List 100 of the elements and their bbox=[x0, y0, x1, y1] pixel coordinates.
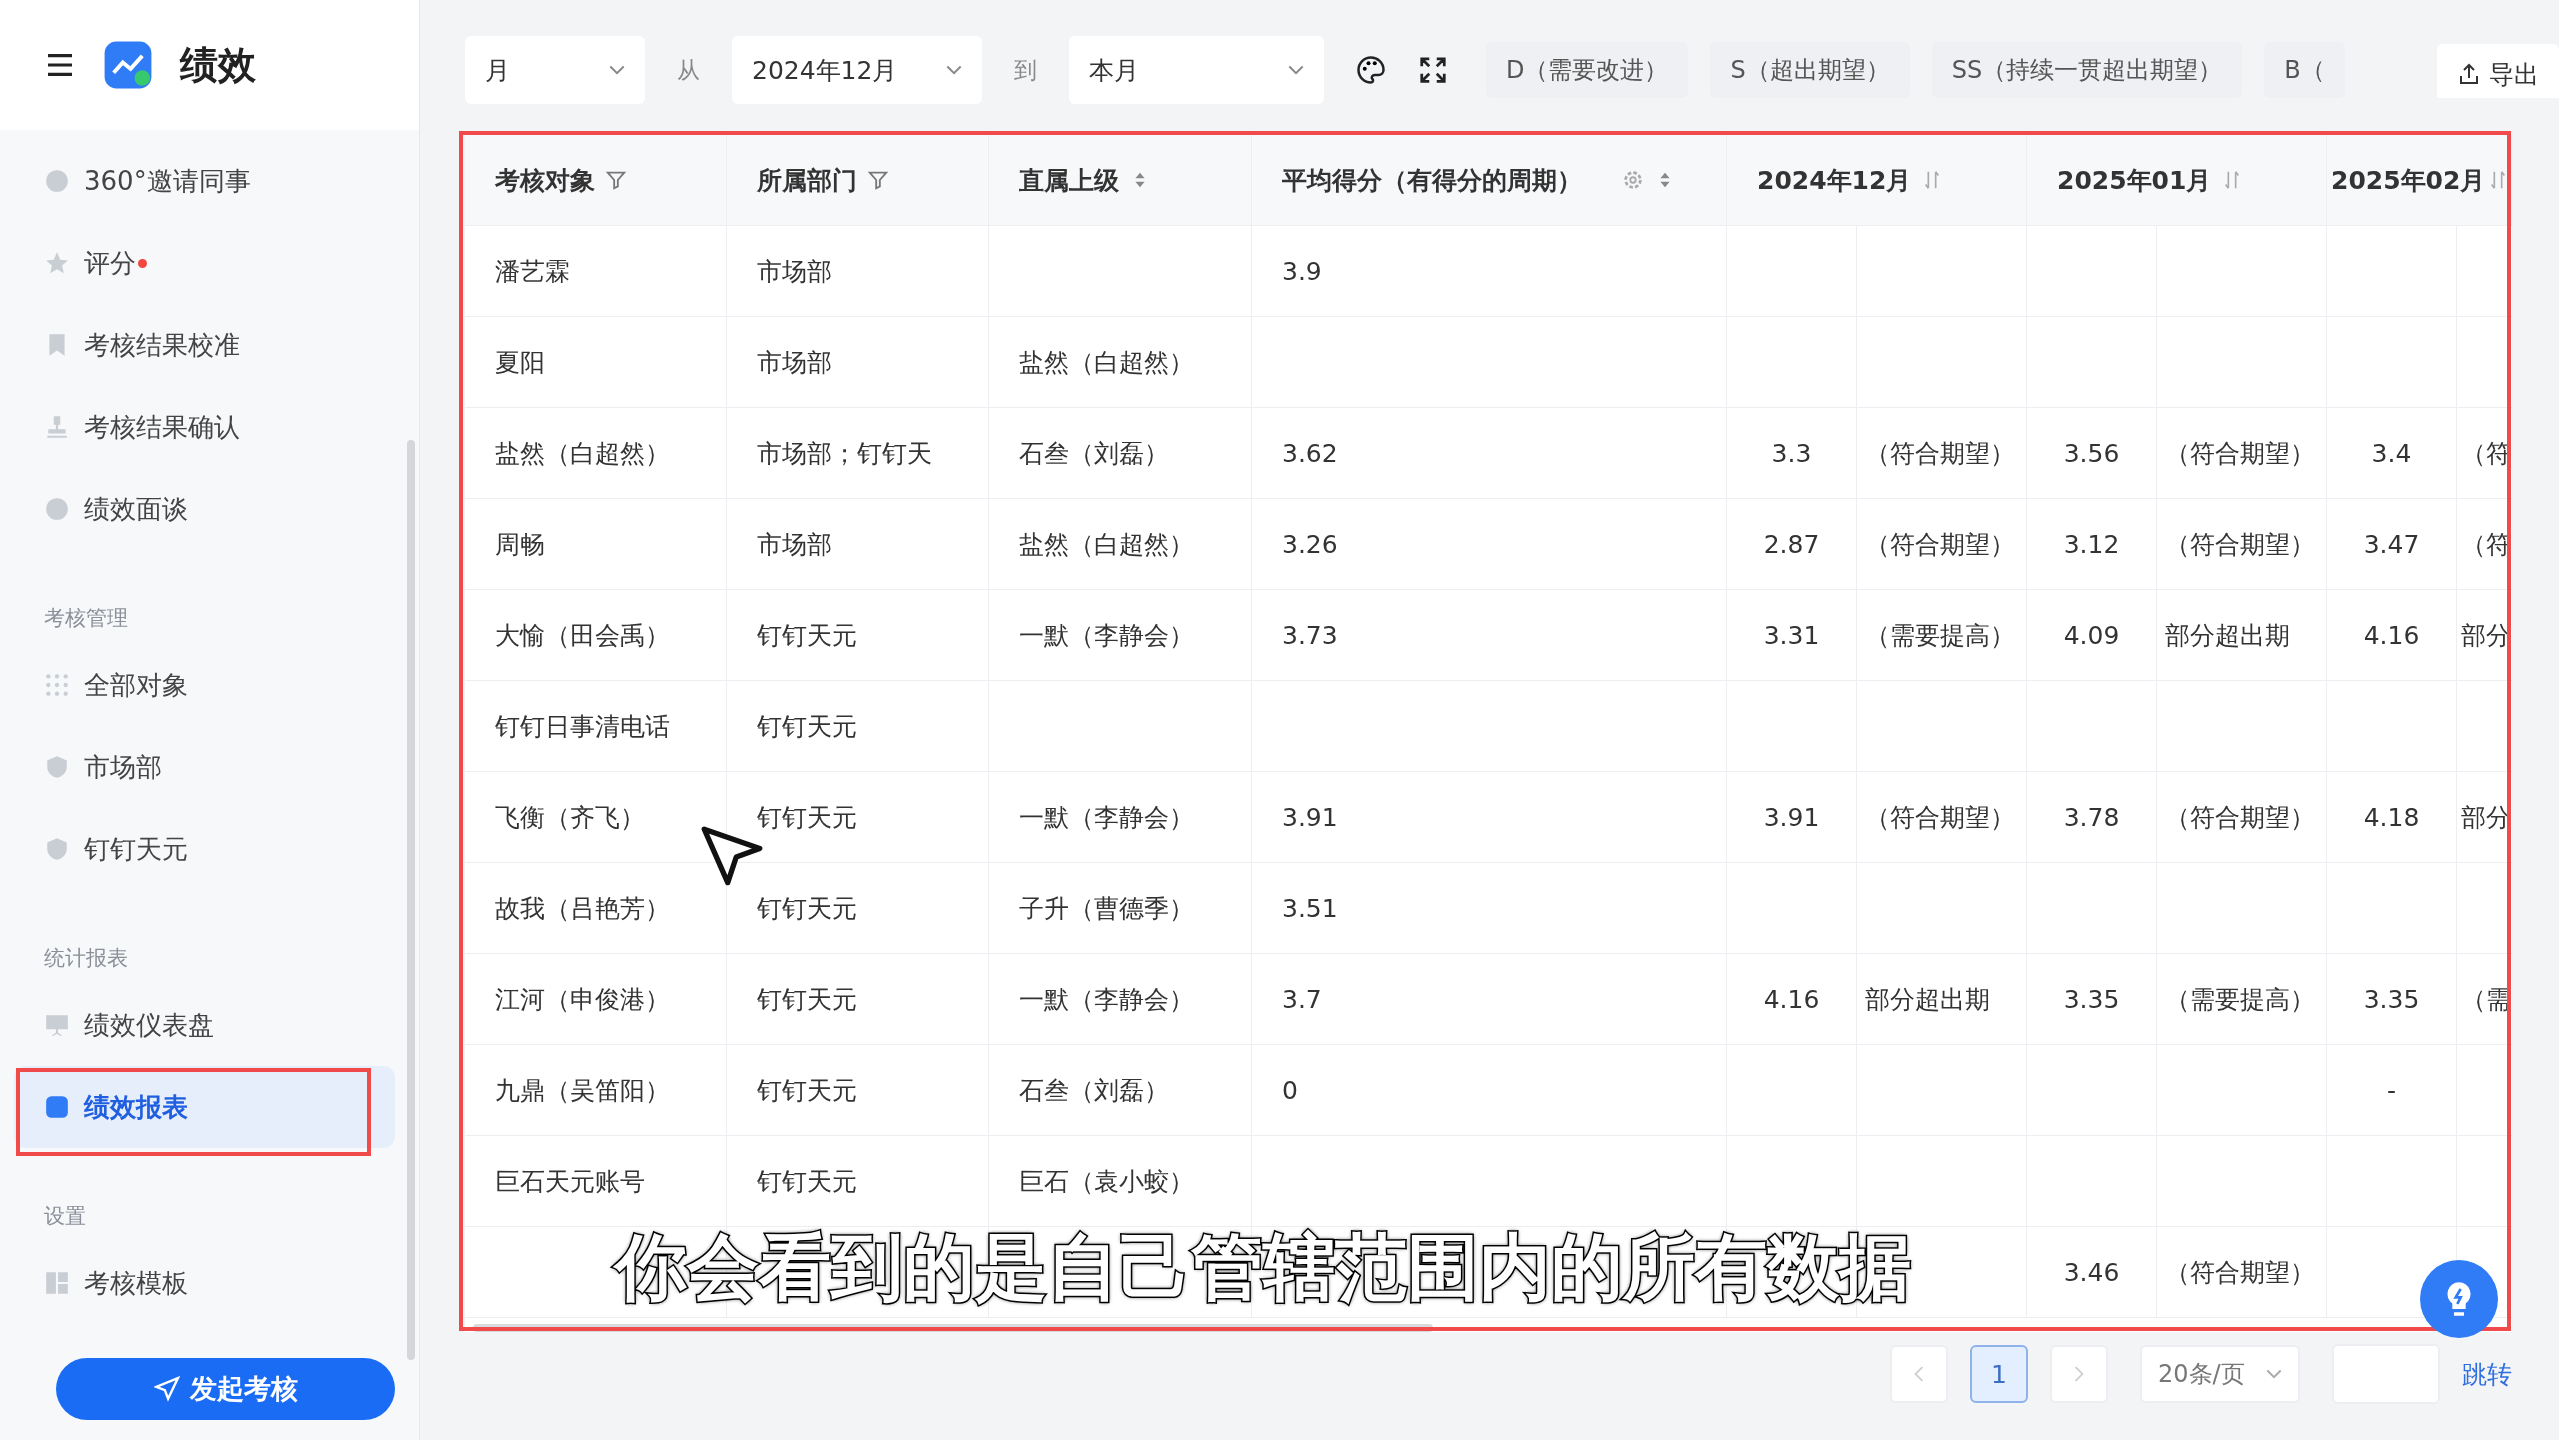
table-cell: 3.73 bbox=[1252, 590, 1727, 680]
start-review-button[interactable]: 发起考核 bbox=[56, 1358, 395, 1420]
legend-tag: S（超出期望） bbox=[1710, 42, 1910, 98]
table-cell: 巨石天元账号 bbox=[465, 1136, 727, 1226]
nav-item[interactable]: 市场部 bbox=[14, 726, 395, 808]
table-cell: （符合期望） bbox=[1857, 772, 2027, 862]
table-cell: 九鼎（吴笛阳） bbox=[465, 1045, 727, 1135]
table-cell: （符合期望） bbox=[2157, 408, 2327, 498]
to-label: 到 bbox=[1013, 55, 1038, 85]
table-cell: 3.7 bbox=[1252, 954, 1727, 1044]
table-cell: 3.62 bbox=[1252, 408, 1727, 498]
table-cell: （符合期望） bbox=[2157, 1227, 2327, 1317]
column-header[interactable]: 2025年02月 bbox=[2327, 135, 2512, 225]
table-cell-text: （符 bbox=[2460, 528, 2512, 561]
table-cell: （需要提高） bbox=[2157, 954, 2327, 1044]
table-cell: 4.16 bbox=[2327, 590, 2457, 680]
table-cell: 盐然（白超然） bbox=[989, 499, 1252, 589]
table-cell: 4.18 bbox=[2327, 772, 2457, 862]
export-button[interactable]: 导出 bbox=[2437, 44, 2559, 98]
table-cell: 潘艺霖 bbox=[465, 226, 727, 316]
nav-item[interactable]: 绩效面谈 bbox=[14, 468, 395, 550]
table-cell: - bbox=[2327, 1045, 2457, 1135]
table-cell: （符合期望） bbox=[1857, 408, 2027, 498]
from-label: 从 bbox=[676, 55, 701, 85]
section-heading: 统计报表 bbox=[43, 945, 129, 972]
table-cell: 0 bbox=[1252, 1045, 1727, 1135]
table-cell: 3.35 bbox=[2327, 954, 2457, 1044]
table-cell: 3.51 bbox=[1252, 863, 1727, 953]
table-cell: 3.12 bbox=[2027, 499, 2157, 589]
table-cell: 3.78 bbox=[2027, 772, 2157, 862]
table-cell: 周畅 bbox=[465, 499, 727, 589]
table-cell: 大愉（田会禹） bbox=[465, 590, 727, 680]
app-title: 绩效 bbox=[180, 41, 256, 89]
nav-item[interactable]: 钉钉天元 bbox=[14, 808, 395, 890]
nav-item[interactable]: 绩效仪表盘 bbox=[14, 984, 395, 1066]
nav-item[interactable]: 考核结果确认 bbox=[14, 386, 395, 468]
table-cell: 4.09 bbox=[2027, 590, 2157, 680]
table-cell: 4.16 bbox=[1727, 954, 1857, 1044]
nav-item[interactable]: 考核结果校准 bbox=[14, 304, 395, 386]
table-cell: 一默（李静会） bbox=[989, 954, 1252, 1044]
table-cell: 市场部 bbox=[727, 317, 989, 407]
table-cell: 钉钉天元 bbox=[727, 590, 989, 680]
table-cell: 部分超出期 bbox=[2157, 590, 2327, 680]
table-cell: 江河（申俊港） bbox=[465, 954, 727, 1044]
table-cell: 部分超出期 bbox=[1857, 954, 2027, 1044]
table-cell: 市场部 bbox=[727, 226, 989, 316]
table-cell: 巨石（袁小蛟） bbox=[989, 1136, 1252, 1226]
table-cell: 一默（李静会） bbox=[989, 590, 1252, 680]
column-header[interactable]: 2025年01月 bbox=[2027, 135, 2327, 225]
table-cell: 3.9 bbox=[1252, 226, 1727, 316]
table-cell: 3.4 bbox=[2327, 408, 2457, 498]
table-cell: 3.47 bbox=[2327, 499, 2457, 589]
table-cell: 3.91 bbox=[1727, 772, 1857, 862]
table-cell: 钉钉天元 bbox=[727, 1045, 989, 1135]
column-header[interactable]: 2024年12月 bbox=[1727, 135, 2027, 225]
legend-tag: B（ bbox=[2264, 42, 2345, 98]
nav-item[interactable]: 绩效报表 bbox=[14, 1066, 395, 1148]
table-cell: 钉钉天元 bbox=[727, 1136, 989, 1226]
table-cell: 市场部；钉钉天 bbox=[727, 408, 989, 498]
table-cell: （符合期望） bbox=[1857, 499, 2027, 589]
legend-tag: SS（持续一贯超出期望） bbox=[1931, 42, 2243, 98]
table-cell: 一默（李静会） bbox=[989, 772, 1252, 862]
table-cell: （符合期望） bbox=[2157, 499, 2327, 589]
table-cell: 3.46 bbox=[2027, 1227, 2157, 1317]
nav-item[interactable]: 考核模板 bbox=[14, 1242, 395, 1324]
table-cell: 3.35 bbox=[2027, 954, 2157, 1044]
nav-item[interactable]: 评分 bbox=[14, 222, 395, 304]
from-select[interactable]: 2024年12月 bbox=[732, 36, 982, 104]
table-cell: 子升（曹德季） bbox=[989, 863, 1252, 953]
column-header[interactable]: 平均得分（有得分的周期） bbox=[1252, 135, 1727, 225]
section-heading: 考核管理 bbox=[43, 605, 129, 632]
table-cell: 钉钉日事清电话 bbox=[465, 681, 727, 771]
table-cell: 2.87 bbox=[1727, 499, 1857, 589]
table-cell-text: 部分 bbox=[2460, 619, 2512, 652]
table-cell: 3.31 bbox=[1727, 590, 1857, 680]
jump-link[interactable]: 跳转 bbox=[2462, 1357, 2512, 1391]
column-header[interactable]: 考核对象 bbox=[465, 135, 727, 225]
table-cell: 钉钉天元 bbox=[727, 681, 989, 771]
column-header[interactable]: 所属部门 bbox=[727, 135, 989, 225]
table-cell: 3.91 bbox=[1252, 772, 1727, 862]
table-cell: 盐然（白超然） bbox=[989, 317, 1252, 407]
table-cell: 3.56 bbox=[2027, 408, 2157, 498]
table-cell-text: 部分 bbox=[2460, 801, 2512, 834]
section-heading: 设置 bbox=[43, 1203, 87, 1230]
table-cell: 石叁（刘磊） bbox=[989, 1045, 1252, 1135]
table-cell: 市场部 bbox=[727, 499, 989, 589]
page-button[interactable]: 1 bbox=[1970, 1345, 2028, 1403]
page-size-select[interactable]: 20条/页 bbox=[2140, 1345, 2300, 1403]
period-select[interactable]: 月 bbox=[465, 36, 645, 104]
table-cell: 夏阳 bbox=[465, 317, 727, 407]
table-cell: （符合期望） bbox=[2157, 772, 2327, 862]
to-select[interactable]: 本月 bbox=[1069, 36, 1324, 104]
legend-tag: D（需要改进） bbox=[1486, 42, 1689, 98]
nav-item[interactable]: 360°邀请同事 bbox=[14, 140, 395, 222]
table-cell: 盐然（白超然） bbox=[465, 408, 727, 498]
table-cell: 3.26 bbox=[1252, 499, 1727, 589]
column-header[interactable]: 直属上级 bbox=[989, 135, 1252, 225]
nav-item[interactable]: 全部对象 bbox=[14, 644, 395, 726]
table-cell: 石叁（刘磊） bbox=[989, 408, 1252, 498]
table-cell: 钉钉天元 bbox=[727, 954, 989, 1044]
